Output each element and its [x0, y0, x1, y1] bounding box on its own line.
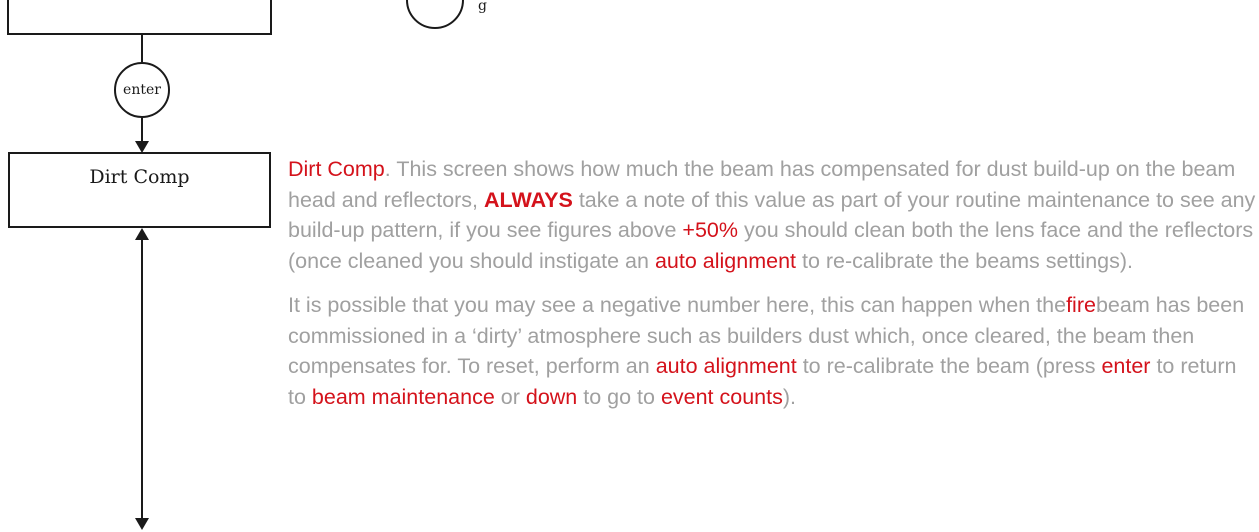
highlighted-term: auto alignment — [654, 248, 796, 273]
text-run: to re-calibrate the beams settings). — [796, 248, 1133, 273]
description-paragraph-1: Dirt Comp. This screen shows how much th… — [288, 154, 1256, 276]
highlighted-term: down — [525, 384, 578, 409]
top-circle-label: g — [478, 0, 487, 14]
highlighted-term: ALWAYS — [484, 187, 573, 212]
arrowhead-down-bottom-icon — [135, 518, 149, 530]
highlighted-term: enter — [1101, 354, 1151, 378]
enter-key-label: enter — [123, 82, 161, 98]
text-run: to re-calibrate the beam (press — [796, 354, 1102, 378]
top-partial-circle — [406, 0, 464, 29]
text-run: ). — [782, 384, 796, 409]
highlighted-term: +50% — [682, 218, 739, 242]
text-run: to go to — [577, 384, 661, 409]
description-paragraph-2: It is possible that you may see a negati… — [288, 290, 1256, 412]
arrowhead-up-icon — [135, 228, 149, 240]
highlighted-term: beam maintenance — [311, 384, 495, 409]
highlighted-term: Dirt Comp — [288, 157, 385, 181]
highlighted-term: auto alignment — [655, 354, 797, 378]
dirt-comp-box-label: Dirt Comp — [89, 166, 190, 188]
description-text: Dirt Comp. This screen shows how much th… — [288, 154, 1256, 426]
text-run: or — [494, 384, 526, 409]
dirt-comp-menu-box: Dirt Comp — [8, 152, 271, 228]
highlighted-term: event counts — [660, 384, 783, 409]
highlighted-term: fire — [1066, 293, 1096, 317]
text-run: It is possible that you may see a negati… — [288, 293, 1067, 317]
enter-key-circle: enter — [114, 62, 170, 118]
previous-menu-box — [7, 0, 272, 35]
